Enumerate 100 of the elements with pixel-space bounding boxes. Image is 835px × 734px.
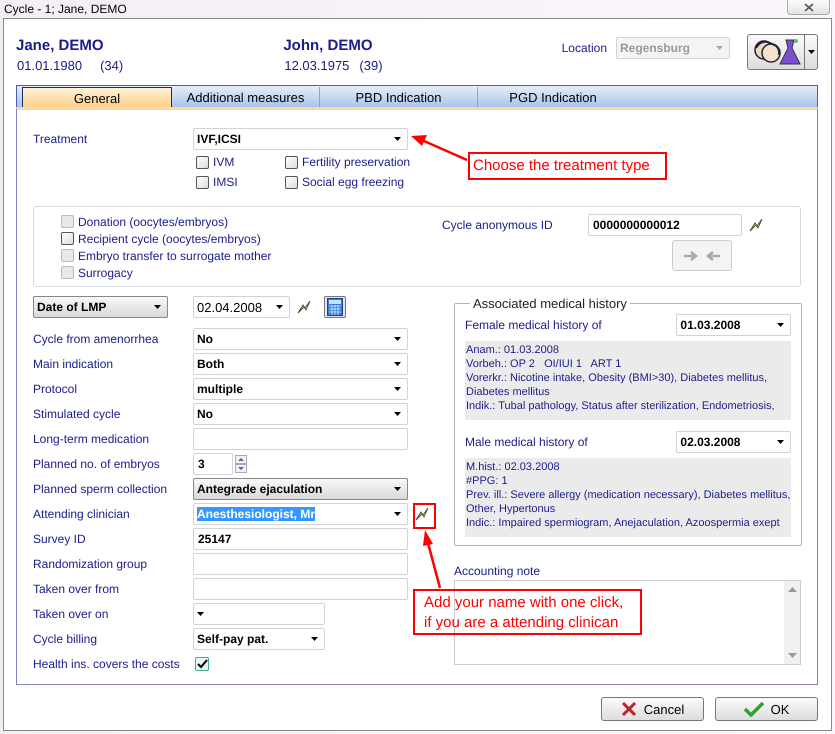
- spin-buttons[interactable]: [235, 455, 247, 473]
- group-title: Associated medical history: [472, 296, 628, 311]
- summary-line: M.hist.: 02.03.2008: [466, 460, 561, 474]
- tab[interactable]: PGD Indication: [478, 87, 628, 108]
- close-icon: [620, 701, 637, 717]
- calculator-icon: [327, 298, 343, 316]
- calculator-button[interactable]: [324, 296, 346, 318]
- field-label: Planned sperm collection: [33, 482, 168, 496]
- field-label: Survey ID: [33, 532, 87, 546]
- caret-icon: [808, 50, 814, 54]
- caret-icon: [197, 612, 204, 616]
- treatment-dropdown[interactable]: IVF,ICSI: [193, 128, 408, 150]
- text-field[interactable]: [193, 553, 408, 575]
- checkbox[interactable]: [285, 176, 298, 188]
- field-label: Main indication: [33, 357, 114, 371]
- checkmark-icon: [744, 701, 764, 717]
- caret-icon: [716, 46, 723, 50]
- caret-icon: [777, 440, 784, 444]
- caret-icon: [394, 337, 401, 341]
- field-label: Protocol: [33, 382, 78, 396]
- caret-icon: [394, 487, 401, 491]
- checkbox-label: IVM: [213, 155, 234, 169]
- text-field[interactable]: [193, 578, 408, 600]
- summary-line: Anam.: 01.03.2008: [466, 343, 560, 357]
- checkbox[interactable]: [195, 657, 209, 671]
- field-label: Long-term medication: [33, 432, 150, 446]
- tab[interactable]: Additional measures: [172, 87, 320, 108]
- location-label: Location: [562, 41, 607, 55]
- checkbox[interactable]: [285, 156, 298, 168]
- field-label: Cycle billing: [33, 632, 98, 646]
- caret-icon: [276, 305, 283, 309]
- checkbox-label: Fertility preservation: [302, 155, 410, 169]
- field-label: Female medical history of: [465, 318, 603, 332]
- date-type-dropdown[interactable]: Date of LMP: [33, 296, 168, 318]
- caret-icon: [777, 323, 784, 327]
- date-dropdown[interactable]: 02.04.2008: [193, 296, 290, 318]
- caret-icon: [394, 362, 401, 366]
- tab[interactable]: PBD Indication: [320, 87, 478, 108]
- summary-line: Vorerkr.: Nicotine intake, Obesity (BMI>30), Diabetes mellitus,: [466, 371, 768, 385]
- arrows-icon: [683, 250, 721, 262]
- annotation-arrow: [423, 530, 442, 588]
- field-label: Taken over from: [33, 582, 120, 596]
- annotation-arrow: [411, 135, 468, 162]
- summary-line: Indik.: Tubal pathology, Status after sterilization, Endometriosis,: [466, 399, 776, 413]
- lightning-icon[interactable]: [296, 300, 312, 314]
- checkbox-label: Donation (oocytes/embryos): [78, 214, 228, 228]
- field-label: Planned no. of embryos: [33, 457, 161, 471]
- tab[interactable]: General: [22, 87, 172, 108]
- field-label: Accounting note: [454, 564, 542, 578]
- summary-line: Diabetes mellitus: [466, 385, 551, 399]
- checkbox[interactable]: [196, 156, 209, 168]
- dropdown[interactable]: multiple: [193, 378, 408, 400]
- date-dropdown[interactable]: 02.03.2008: [676, 431, 792, 453]
- patient-name: John, DEMO: [283, 37, 374, 55]
- field-label: Stimulated cycle: [33, 407, 122, 421]
- ok-button[interactable]: OK: [715, 697, 818, 721]
- field-label: Cycle from amenorrhea: [33, 332, 160, 346]
- dropdown[interactable]: No: [193, 328, 408, 350]
- number-field[interactable]: 3: [193, 453, 233, 475]
- checkbox[interactable]: [196, 176, 209, 188]
- cancel-button[interactable]: Cancel: [601, 697, 704, 721]
- window-title: Cycle - 1; Jane, DEMO: [4, 2, 127, 16]
- field-label: Male medical history of: [465, 435, 589, 449]
- field-label: Health ins. covers the costs: [33, 657, 181, 671]
- checkbox[interactable]: [61, 232, 74, 245]
- id-field[interactable]: 0000000000012: [588, 214, 742, 236]
- dropdown[interactable]: Antegrade ejaculation: [193, 478, 408, 500]
- lightning-icon[interactable]: [414, 507, 430, 521]
- app-menu-button[interactable]: [747, 34, 818, 70]
- checkbox-label: Embryo transfer to surrogate mother: [78, 248, 272, 262]
- summary-line: Indic.: Impaired spermiogram, Anejaculation, Azoospermia exept: [466, 516, 781, 530]
- birth-date: 01.01.1980: [17, 58, 82, 73]
- lightning-icon[interactable]: [748, 218, 764, 232]
- field-label: Taken over on: [33, 607, 110, 621]
- caret-icon: [394, 412, 401, 416]
- caret-icon: [394, 137, 401, 141]
- checkbox-label: Recipient cycle (oocytes/embryos): [78, 232, 261, 246]
- field-label: Attending clinician: [33, 507, 131, 521]
- annotation-callout: Choose the treatment type: [468, 152, 667, 180]
- checkbox-label: IMSI: [213, 175, 238, 189]
- caret-icon: [394, 387, 401, 391]
- caret-icon: [311, 637, 318, 641]
- dropdown[interactable]: Self-pay pat.: [193, 628, 325, 650]
- dropdown[interactable]: No: [193, 403, 408, 425]
- checkbox-label: Surrogacy: [78, 266, 133, 280]
- field-label: Randomization group: [33, 557, 148, 571]
- patient-age: (39): [359, 58, 383, 73]
- summary-line: Prev. ill.: Severe allergy (medication necessary), Diabetes mellitus,: [466, 488, 790, 502]
- summary-line: #PPG: 1: [466, 474, 509, 488]
- caret-icon: [154, 305, 161, 309]
- close-button[interactable]: [787, 0, 830, 15]
- field-label: Treatment: [33, 132, 88, 146]
- text-field[interactable]: [193, 428, 408, 450]
- dropdown[interactable]: Both: [193, 353, 408, 375]
- field-label: Cycle anonymous ID: [442, 218, 554, 232]
- birth-date: 12.03.1975: [284, 58, 350, 73]
- annotation-callout: Add your name with one click, if you are a attending clinican: [413, 589, 642, 635]
- date-dropdown[interactable]: 01.03.2008: [676, 314, 792, 336]
- patient-name: Jane, DEMO: [16, 37, 105, 55]
- text-field[interactable]: 25147: [193, 528, 408, 550]
